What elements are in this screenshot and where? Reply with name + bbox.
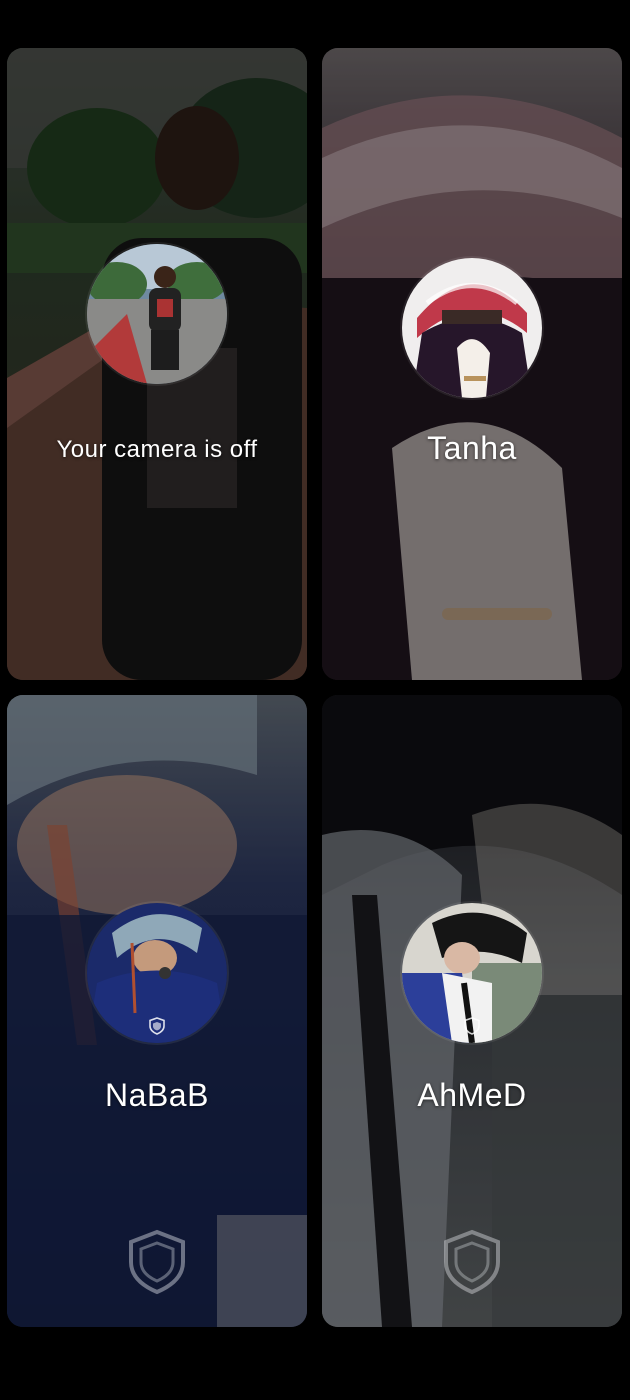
avatar (402, 258, 542, 398)
shield-icon (149, 1017, 165, 1035)
avatar (87, 244, 227, 384)
shield-icon (129, 1229, 185, 1295)
participant-label: AhMeD (417, 1077, 527, 1113)
shield-icon (444, 1229, 500, 1295)
video-tile-ahmed[interactable]: AhMeD (322, 695, 622, 1327)
user-photo (87, 244, 227, 384)
avatar (402, 903, 542, 1043)
participant-label: Tanha (427, 430, 517, 466)
video-tile-self[interactable]: Your camera is off (7, 48, 307, 680)
video-tile-nabab[interactable]: NaBaB (7, 695, 307, 1327)
participant-label: Your camera is off (56, 436, 258, 463)
video-tile-tanha[interactable]: Tanha (322, 48, 622, 680)
user-photo (402, 258, 542, 398)
shield-icon (464, 1017, 480, 1035)
participant-label: NaBaB (105, 1077, 209, 1113)
avatar (87, 903, 227, 1043)
